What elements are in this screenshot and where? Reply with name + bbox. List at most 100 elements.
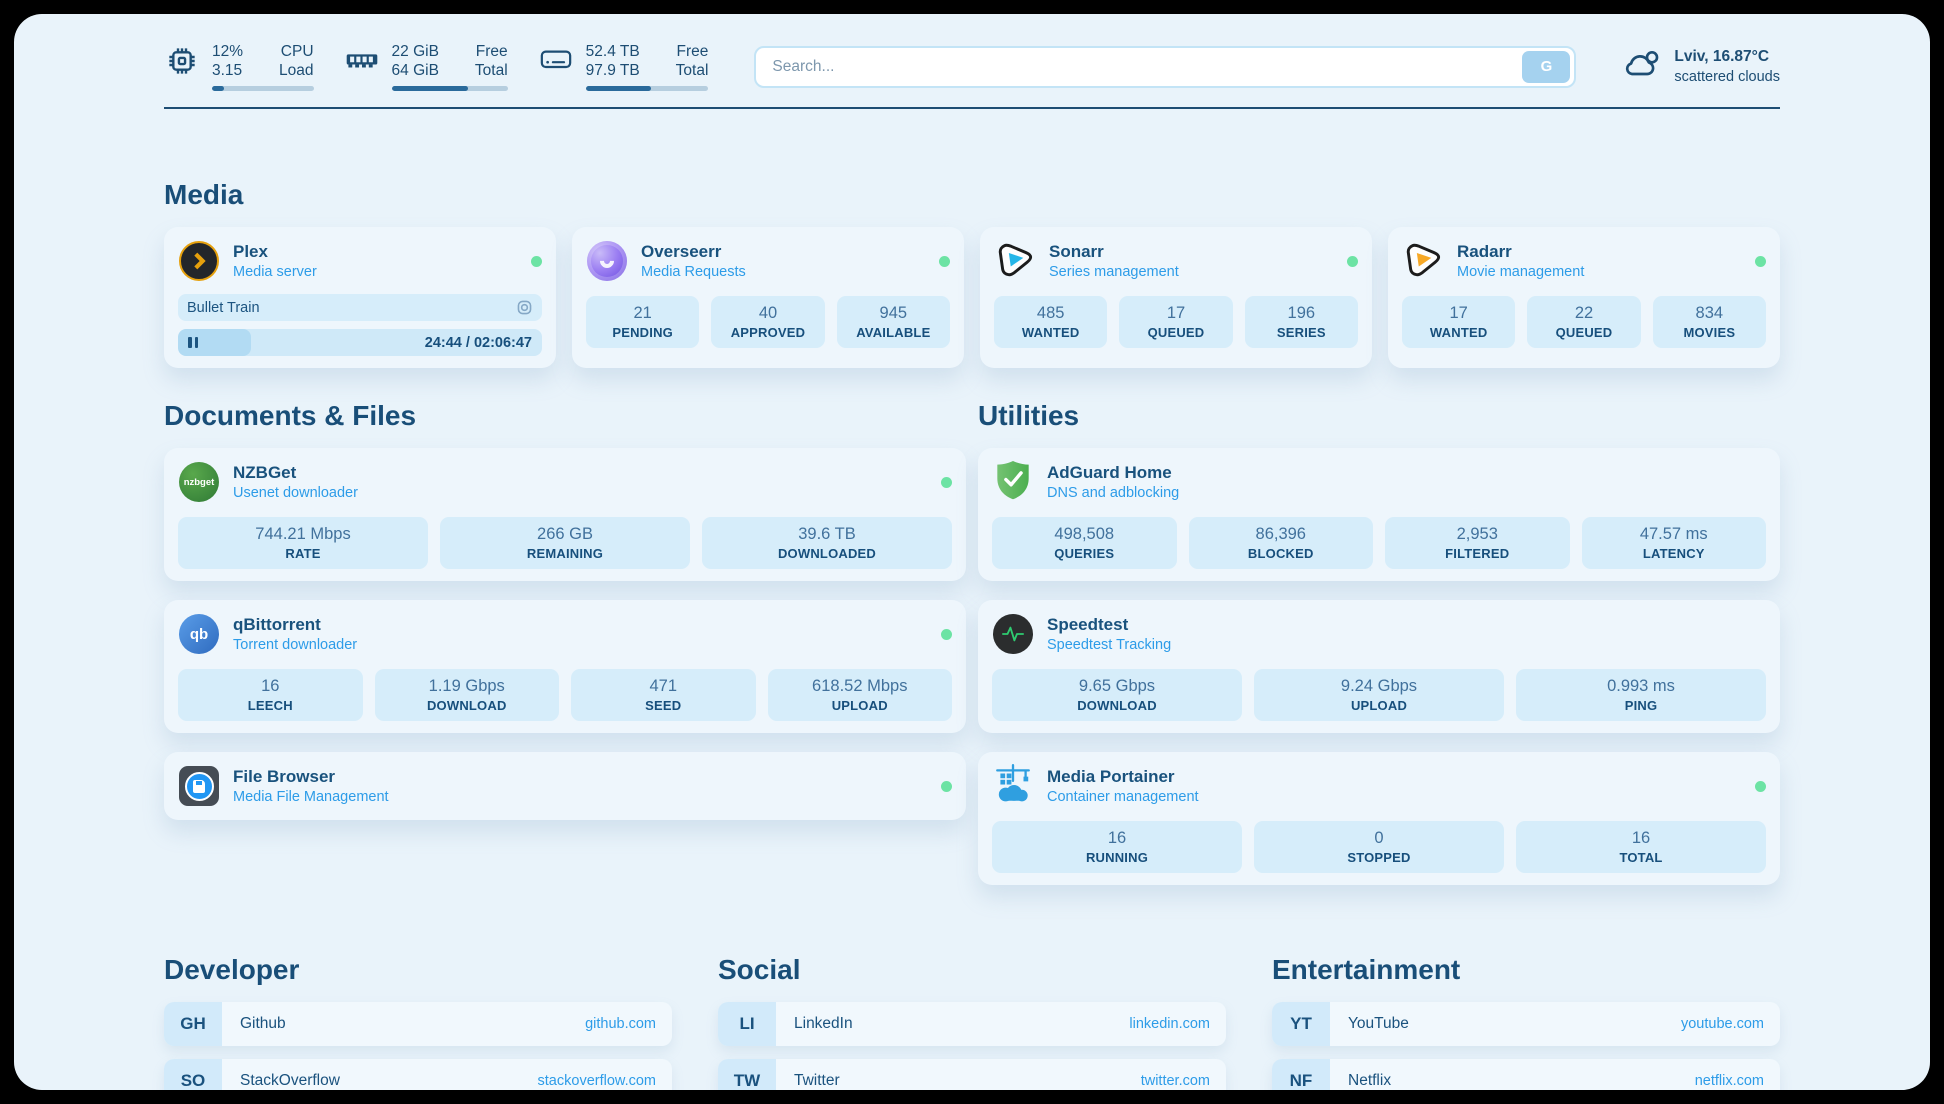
bookmark-youtube[interactable]: YT YouTube youtube.com	[1272, 1002, 1780, 1046]
bookmark-stackoverflow[interactable]: SO StackOverflow stackoverflow.com	[164, 1059, 672, 1090]
bookmark-url: stackoverflow.com	[538, 1073, 656, 1089]
stat-box: 266 GBREMAINING	[440, 517, 690, 569]
service-card-nzbget[interactable]: nzbget NZBGet Usenet downloader 744.21 M…	[164, 448, 966, 581]
stat-box: 9.65 GbpsDOWNLOAD	[992, 669, 1242, 721]
bookmark-linkedin[interactable]: LI LinkedIn linkedin.com	[718, 1002, 1226, 1046]
service-card-portainer[interactable]: Media Portainer Container management 16R…	[978, 752, 1780, 885]
adguard-icon	[994, 459, 1032, 506]
bookmark-twitter[interactable]: TW Twitter twitter.com	[718, 1059, 1226, 1090]
service-title: Sonarr	[1049, 241, 1179, 263]
section-heading-entertainment: Entertainment	[1272, 954, 1780, 986]
filebrowser-icon	[179, 766, 219, 806]
bookmark-github[interactable]: GH Github github.com	[164, 1002, 672, 1046]
media-cards-row: Plex Media server Bullet Train	[164, 227, 1780, 368]
nzbget-icon: nzbget	[179, 462, 219, 502]
bookmark-abbr: NF	[1272, 1059, 1330, 1090]
search-provider-button[interactable]: G	[1522, 51, 1570, 83]
bookmark-url: youtube.com	[1681, 1016, 1764, 1032]
bookmark-url: netflix.com	[1695, 1073, 1764, 1089]
stat-box: 16TOTAL	[1516, 821, 1766, 873]
stat-box: 47.57 msLATENCY	[1582, 517, 1767, 569]
service-card-overseerr[interactable]: Overseerr Media Requests 21PENDING 40APP…	[572, 227, 964, 368]
stat-box: 485WANTED	[994, 296, 1107, 348]
stat-box: 945AVAILABLE	[837, 296, 950, 348]
service-subtitle: Movie management	[1457, 263, 1584, 281]
status-dot	[1347, 256, 1358, 267]
sonarr-icon	[994, 238, 1036, 285]
cpu-progress-bar	[212, 86, 314, 91]
bookmark-abbr: YT	[1272, 1002, 1330, 1046]
speedtest-icon	[993, 614, 1033, 654]
portainer-icon	[992, 763, 1034, 810]
overseerr-icon	[587, 241, 627, 281]
disk-icon	[538, 42, 574, 91]
stat-box: 40APPROVED	[711, 296, 824, 348]
service-title: Overseerr	[641, 241, 746, 263]
stat-box: 744.21 MbpsRATE	[178, 517, 428, 569]
stat-box: 17QUEUED	[1119, 296, 1232, 348]
stat-box: 196SERIES	[1245, 296, 1358, 348]
status-dot	[531, 256, 542, 267]
service-subtitle: Speedtest Tracking	[1047, 636, 1171, 654]
stat-box: 834MOVIES	[1653, 296, 1766, 348]
memory-progress-bar	[392, 86, 508, 91]
service-title: Plex	[233, 241, 317, 263]
service-card-sonarr[interactable]: Sonarr Series management 485WANTED 17QUE…	[980, 227, 1372, 368]
stat-box: 86,396BLOCKED	[1189, 517, 1374, 569]
service-card-plex[interactable]: Plex Media server Bullet Train	[164, 227, 556, 368]
session-settings-icon[interactable]	[516, 299, 533, 316]
service-card-qbittorrent[interactable]: qb qBittorrent Torrent downloader 16LEEC…	[164, 600, 966, 733]
dashboard-page: 12% 3.15 CPU Load	[14, 14, 1930, 1090]
service-card-filebrowser[interactable]: File Browser Media File Management	[164, 752, 966, 820]
service-title: Media Portainer	[1047, 766, 1199, 788]
stat-box: 39.6 TBDOWNLOADED	[702, 517, 952, 569]
service-card-speedtest[interactable]: Speedtest Speedtest Tracking 9.65 GbpsDO…	[978, 600, 1780, 733]
status-dot	[941, 629, 952, 640]
status-dot	[1755, 781, 1766, 792]
memory-free-value: 22 GiB	[392, 42, 439, 61]
disk-free-label: Free	[676, 42, 709, 61]
service-subtitle: Media Requests	[641, 263, 746, 281]
bookmark-group-developer: Developer GH Github github.com SO StackO…	[164, 954, 672, 1090]
bookmark-netflix[interactable]: NF Netflix netflix.com	[1272, 1059, 1780, 1090]
search-input[interactable]	[756, 58, 1522, 76]
cpu-usage-value: 12%	[212, 42, 243, 61]
bookmark-abbr: SO	[164, 1059, 222, 1090]
status-dot	[941, 477, 952, 488]
disk-total-value: 97.9 TB	[586, 61, 640, 80]
section-heading-social: Social	[718, 954, 1226, 986]
bookmark-abbr: TW	[718, 1059, 776, 1090]
stat-box: 21PENDING	[586, 296, 699, 348]
documents-column: Documents & Files nzbget NZBGet Usenet d…	[164, 368, 966, 839]
memory-icon	[344, 42, 380, 91]
load-label: Load	[279, 61, 313, 80]
service-subtitle: Media server	[233, 263, 317, 281]
bookmark-url: linkedin.com	[1129, 1016, 1210, 1032]
service-card-adguard[interactable]: AdGuard Home DNS and adblocking 498,508Q…	[978, 448, 1780, 581]
service-title: File Browser	[233, 766, 389, 788]
stat-box: 22QUEUED	[1527, 296, 1640, 348]
stat-box: 0STOPPED	[1254, 821, 1504, 873]
stat-box: 9.24 GbpsUPLOAD	[1254, 669, 1504, 721]
status-dot	[939, 256, 950, 267]
service-subtitle: Usenet downloader	[233, 484, 358, 502]
service-card-radarr[interactable]: Radarr Movie management 17WANTED 22QUEUE…	[1388, 227, 1780, 368]
utilities-column: Utilities AdGuard	[978, 368, 1780, 904]
qbittorrent-icon: qb	[179, 614, 219, 654]
now-playing-row: Bullet Train	[178, 294, 542, 321]
cpu-icon	[164, 42, 200, 91]
status-dot	[1755, 256, 1766, 267]
bookmark-name: LinkedIn	[794, 1015, 853, 1033]
bookmark-group-social: Social LI LinkedIn linkedin.com TW Twitt…	[718, 954, 1226, 1090]
cpu-label: CPU	[279, 42, 313, 61]
stat-box: 16RUNNING	[992, 821, 1242, 873]
weather-widget: Lviv, 16.87°C scattered clouds	[1622, 47, 1780, 87]
bookmark-abbr: LI	[718, 1002, 776, 1046]
service-title: qBittorrent	[233, 614, 357, 636]
section-heading-media: Media	[164, 179, 1780, 211]
bookmark-name: StackOverflow	[240, 1072, 340, 1090]
service-subtitle: DNS and adblocking	[1047, 484, 1179, 502]
plex-icon	[179, 241, 219, 281]
bookmark-name: Netflix	[1348, 1072, 1391, 1090]
stat-box: 17WANTED	[1402, 296, 1515, 348]
